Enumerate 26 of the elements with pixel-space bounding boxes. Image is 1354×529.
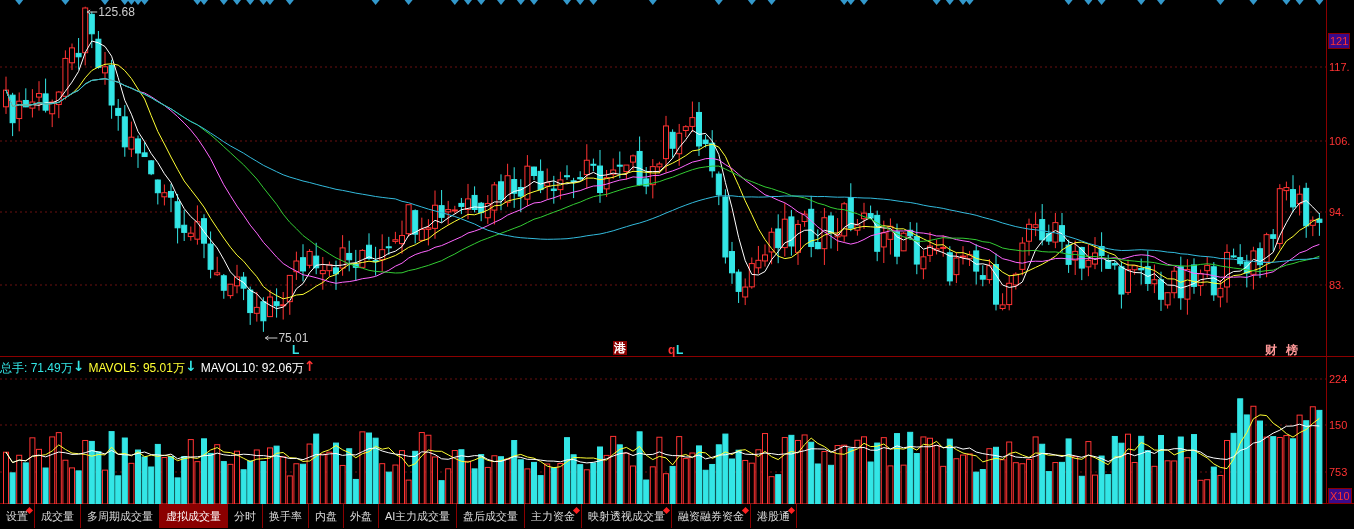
high-price-label: 125.68 (98, 5, 135, 19)
event-marker: 榜 (1286, 343, 1298, 357)
volume-axis-label: 150 (1328, 418, 1349, 432)
volume-axis-label: X10 (1328, 488, 1352, 504)
volume-legend-item: MAVOL5: 95.01万 (88, 361, 185, 377)
event-marker: 财 (1265, 343, 1277, 357)
price-axis-label: 83. (1328, 278, 1346, 292)
price-axis-label: 117. (1328, 60, 1351, 74)
low-price-label: 75.01 (278, 331, 309, 345)
event-marker: q (668, 343, 676, 357)
pointer-arrow-icon (264, 335, 278, 341)
price-axis-label: 94. (1328, 205, 1346, 219)
event-marker: L (676, 343, 684, 357)
event-marker: 港 (613, 341, 627, 355)
pointer-arrow-icon (86, 9, 98, 15)
trend-arrow: ↑ (303, 359, 316, 376)
indicator-tab[interactable]: 虚拟成交量 (160, 504, 228, 528)
price-axis-label: 121 (1328, 33, 1351, 49)
price-axis-label: 106. (1328, 134, 1352, 148)
volume-legend-item: MAVOL10: 92.06万 (200, 361, 304, 377)
volume-axis-label: 224 (1328, 372, 1349, 386)
trend-arrow: ↓ (72, 359, 85, 376)
event-marker: L (292, 343, 300, 357)
volume-legend-item: 总手: 71.49万 (0, 361, 73, 377)
volume-axis-label: 753 (1328, 465, 1349, 479)
trend-arrow: ↓ (184, 359, 197, 376)
